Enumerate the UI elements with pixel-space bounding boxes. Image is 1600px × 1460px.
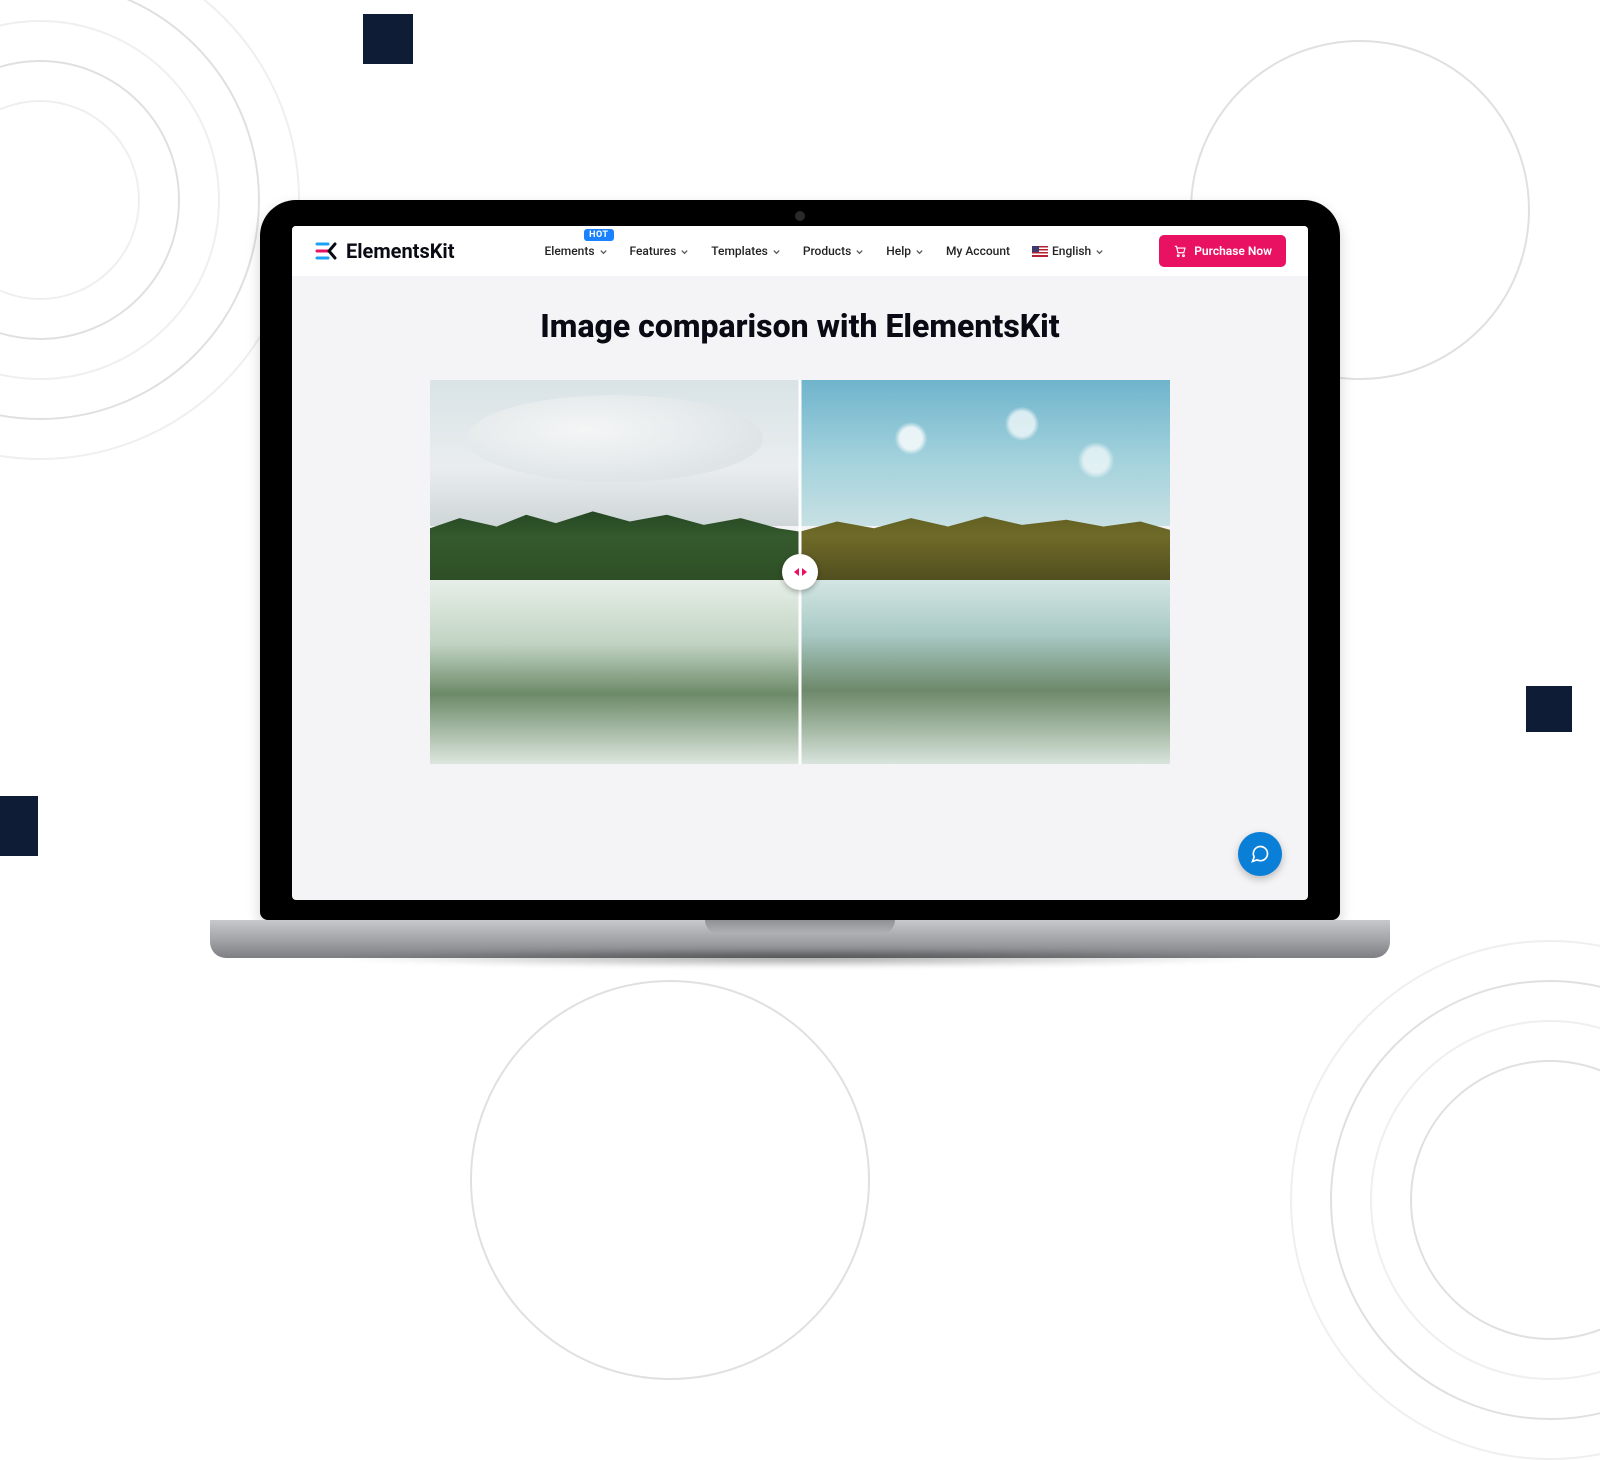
chevron-down-icon bbox=[680, 247, 689, 256]
chat-support-button[interactable] bbox=[1238, 832, 1282, 876]
decorative-rings-top-left bbox=[0, 0, 300, 460]
decorative-square bbox=[363, 14, 413, 64]
chat-icon bbox=[1250, 844, 1270, 864]
logo-mark-icon bbox=[314, 239, 338, 263]
image-comparison-widget[interactable] bbox=[430, 380, 1170, 764]
nav-language[interactable]: English bbox=[1032, 244, 1104, 258]
chevron-down-icon bbox=[855, 247, 864, 256]
page-content: Image comparison with ElementsKit bbox=[292, 276, 1308, 764]
main-nav: HOT Elements Features Templates Products bbox=[545, 244, 1105, 258]
arrow-right-icon bbox=[802, 568, 807, 576]
brand-name: ElementsKit bbox=[346, 239, 455, 263]
laptop-base bbox=[210, 920, 1390, 958]
nav-products[interactable]: Products bbox=[803, 244, 864, 258]
arrow-left-icon bbox=[794, 568, 799, 576]
comparison-image-before bbox=[430, 380, 800, 764]
laptop-mockup: ElementsKit HOT Elements Features Templa… bbox=[260, 200, 1340, 958]
comparison-image-after bbox=[800, 380, 1170, 764]
decorative-square bbox=[1526, 686, 1572, 732]
chevron-down-icon bbox=[599, 247, 608, 256]
cart-icon bbox=[1173, 244, 1187, 258]
comparison-slider-handle[interactable] bbox=[782, 554, 818, 590]
chevron-down-icon bbox=[915, 247, 924, 256]
nav-features[interactable]: Features bbox=[630, 244, 690, 258]
nav-templates[interactable]: Templates bbox=[711, 244, 781, 258]
chevron-down-icon bbox=[772, 247, 781, 256]
page-title: Image comparison with ElementsKit bbox=[312, 306, 1288, 346]
nav-elements[interactable]: HOT Elements bbox=[545, 244, 608, 258]
nav-help[interactable]: Help bbox=[886, 244, 924, 258]
brand-logo[interactable]: ElementsKit bbox=[314, 239, 455, 263]
decorative-rings-bottom-right bbox=[1290, 940, 1600, 1460]
decorative-ring-bottom-center bbox=[470, 980, 870, 1380]
site-header: ElementsKit HOT Elements Features Templa… bbox=[292, 226, 1308, 276]
chevron-down-icon bbox=[1095, 247, 1104, 256]
hot-badge: HOT bbox=[584, 229, 613, 241]
us-flag-icon bbox=[1032, 246, 1048, 257]
nav-my-account[interactable]: My Account bbox=[946, 244, 1010, 258]
purchase-now-button[interactable]: Purchase Now bbox=[1159, 235, 1286, 267]
laptop-notch bbox=[705, 920, 895, 934]
laptop-screen: ElementsKit HOT Elements Features Templa… bbox=[292, 226, 1308, 900]
decorative-square bbox=[0, 796, 38, 856]
webcam-icon bbox=[795, 211, 805, 221]
